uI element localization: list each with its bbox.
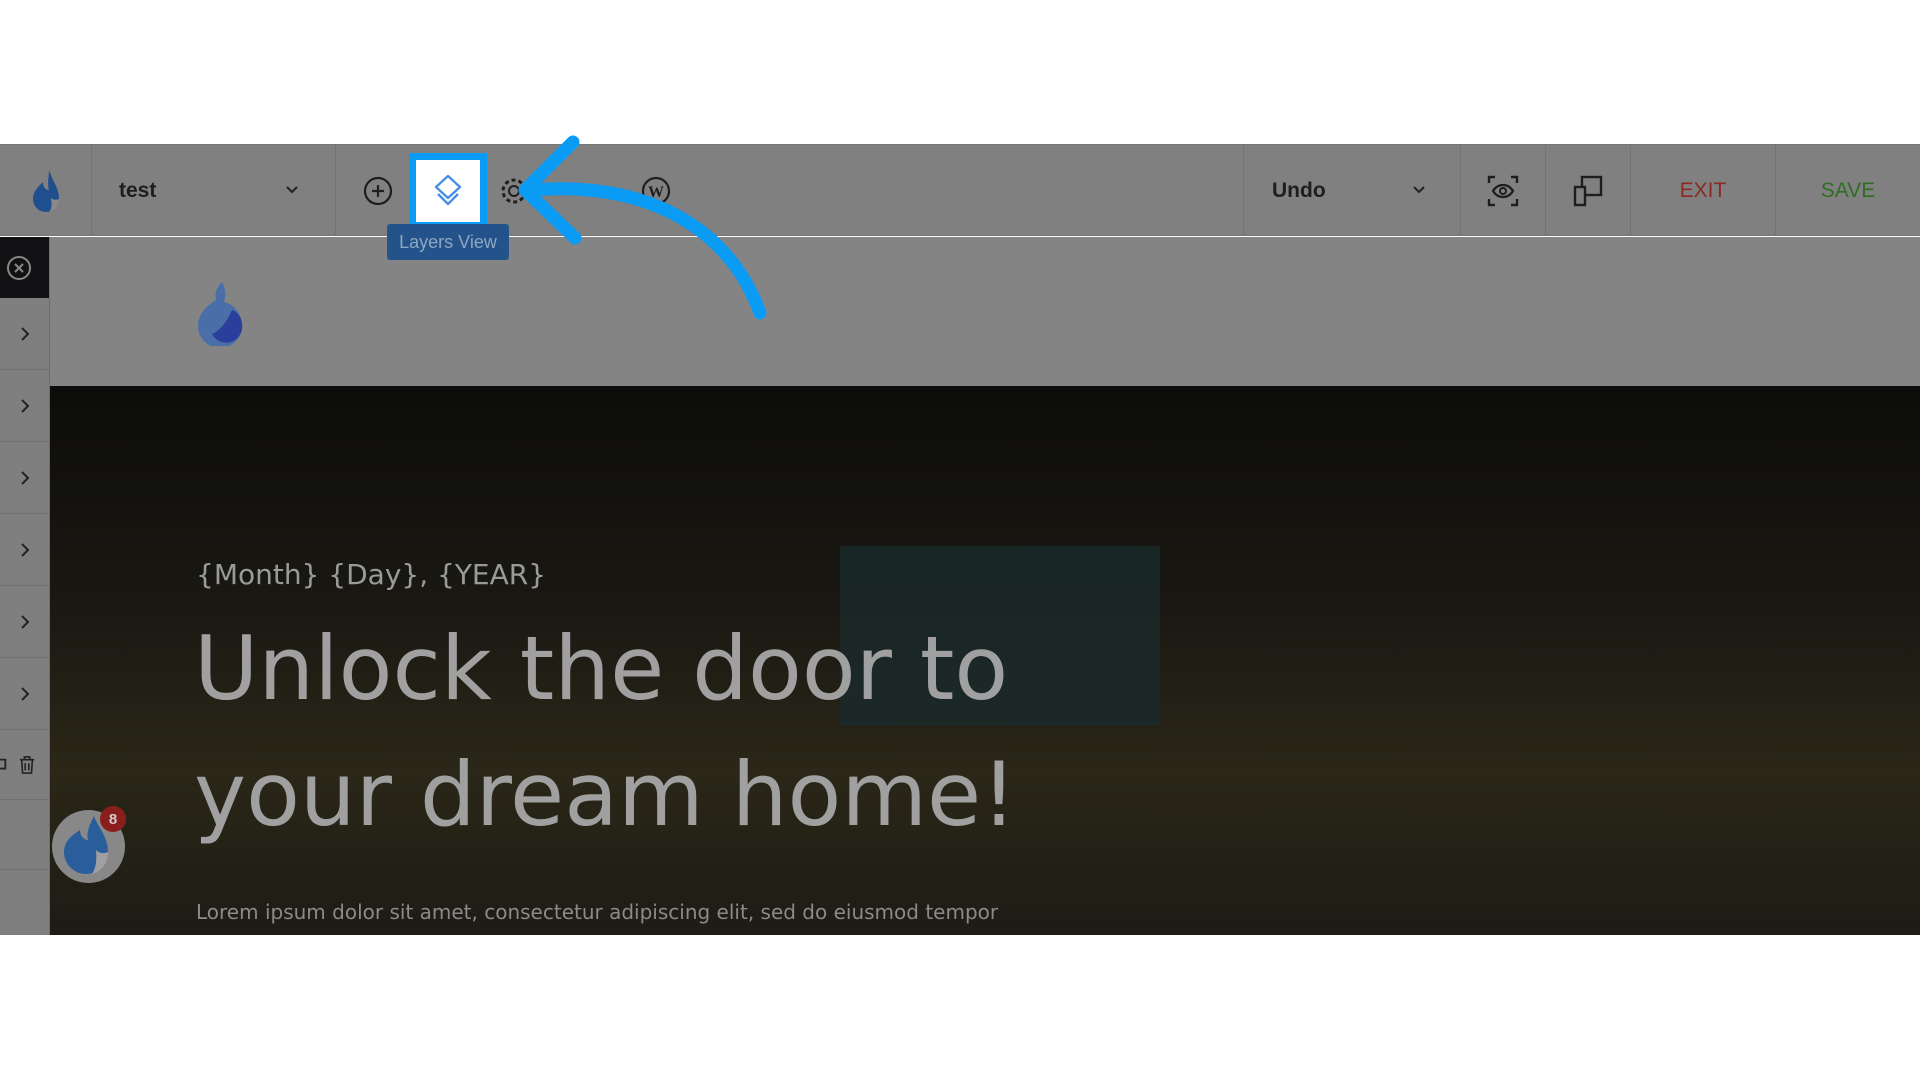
responsive-icon (1573, 175, 1603, 206)
site-logo-icon (198, 282, 243, 346)
notification-badge: 8 (100, 806, 126, 832)
chevron-right-icon (20, 542, 29, 557)
editor-toolbar: test W Undo EXIT SAVE (0, 144, 1920, 236)
close-sidebar-button[interactable] (0, 237, 49, 298)
layer-row[interactable] (0, 586, 49, 658)
layer-row[interactable] (0, 658, 49, 730)
hero-headline: Unlock the door to your dream home! (194, 606, 1016, 858)
chevron-down-icon (1413, 186, 1425, 194)
layer-row[interactable] (0, 442, 49, 514)
responsive-button[interactable] (1546, 145, 1631, 236)
hero-body: Lorem ipsum dolor sit amet, consectetur … (196, 900, 999, 924)
save-button[interactable]: SAVE (1776, 145, 1920, 236)
wordpress-icon: W (641, 176, 671, 206)
undo-label: Undo (1272, 178, 1326, 202)
add-element-button[interactable] (356, 169, 400, 213)
duplicate-icon[interactable] (0, 756, 9, 774)
flame-logo-icon (32, 169, 59, 212)
close-circle-icon (7, 255, 31, 280)
save-label: SAVE (1820, 178, 1876, 202)
preview-eye-icon (1487, 175, 1519, 206)
chevron-right-icon (20, 398, 29, 413)
logo-cell[interactable] (0, 145, 92, 236)
chevron-right-icon (20, 326, 29, 341)
undo-dropdown[interactable]: Undo (1243, 145, 1461, 236)
layer-row[interactable] (0, 370, 49, 442)
wordpress-button[interactable]: W (634, 169, 678, 213)
layers-icon (434, 174, 462, 206)
hero-headline-line-1: Unlock the door to (194, 617, 1009, 720)
layer-row[interactable] (0, 298, 49, 370)
page-select[interactable]: test (92, 145, 336, 236)
layers-view-tooltip: Layers View (387, 224, 509, 260)
preview-button[interactable] (1461, 145, 1546, 236)
gear-icon (501, 178, 527, 204)
exit-label: EXIT (1679, 178, 1727, 202)
exit-button[interactable]: EXIT (1631, 145, 1776, 236)
chevron-down-icon (286, 186, 298, 194)
svg-text:W: W (648, 184, 664, 201)
chevron-right-icon (20, 614, 29, 629)
layers-view-button[interactable] (409, 153, 487, 229)
plus-circle-icon (363, 176, 393, 206)
layer-actions (0, 730, 49, 800)
sidebar-empty-row (0, 800, 49, 870)
hero-headline-line-2: your dream home! (194, 743, 1017, 846)
chevron-right-icon (20, 470, 29, 485)
site-header (50, 237, 1920, 386)
page-name: test (119, 178, 157, 202)
layer-row[interactable] (0, 514, 49, 586)
layers-sidebar (0, 237, 50, 935)
trash-icon[interactable] (19, 755, 35, 775)
settings-button[interactable] (492, 169, 536, 213)
hero-section: {Month} {Day}, {YEAR} Unlock the door to… (50, 386, 1920, 935)
hero-date: {Month} {Day}, {YEAR} (196, 558, 547, 591)
chevron-right-icon (20, 686, 29, 701)
page-canvas: {Month} {Day}, {YEAR} Unlock the door to… (50, 237, 1920, 935)
